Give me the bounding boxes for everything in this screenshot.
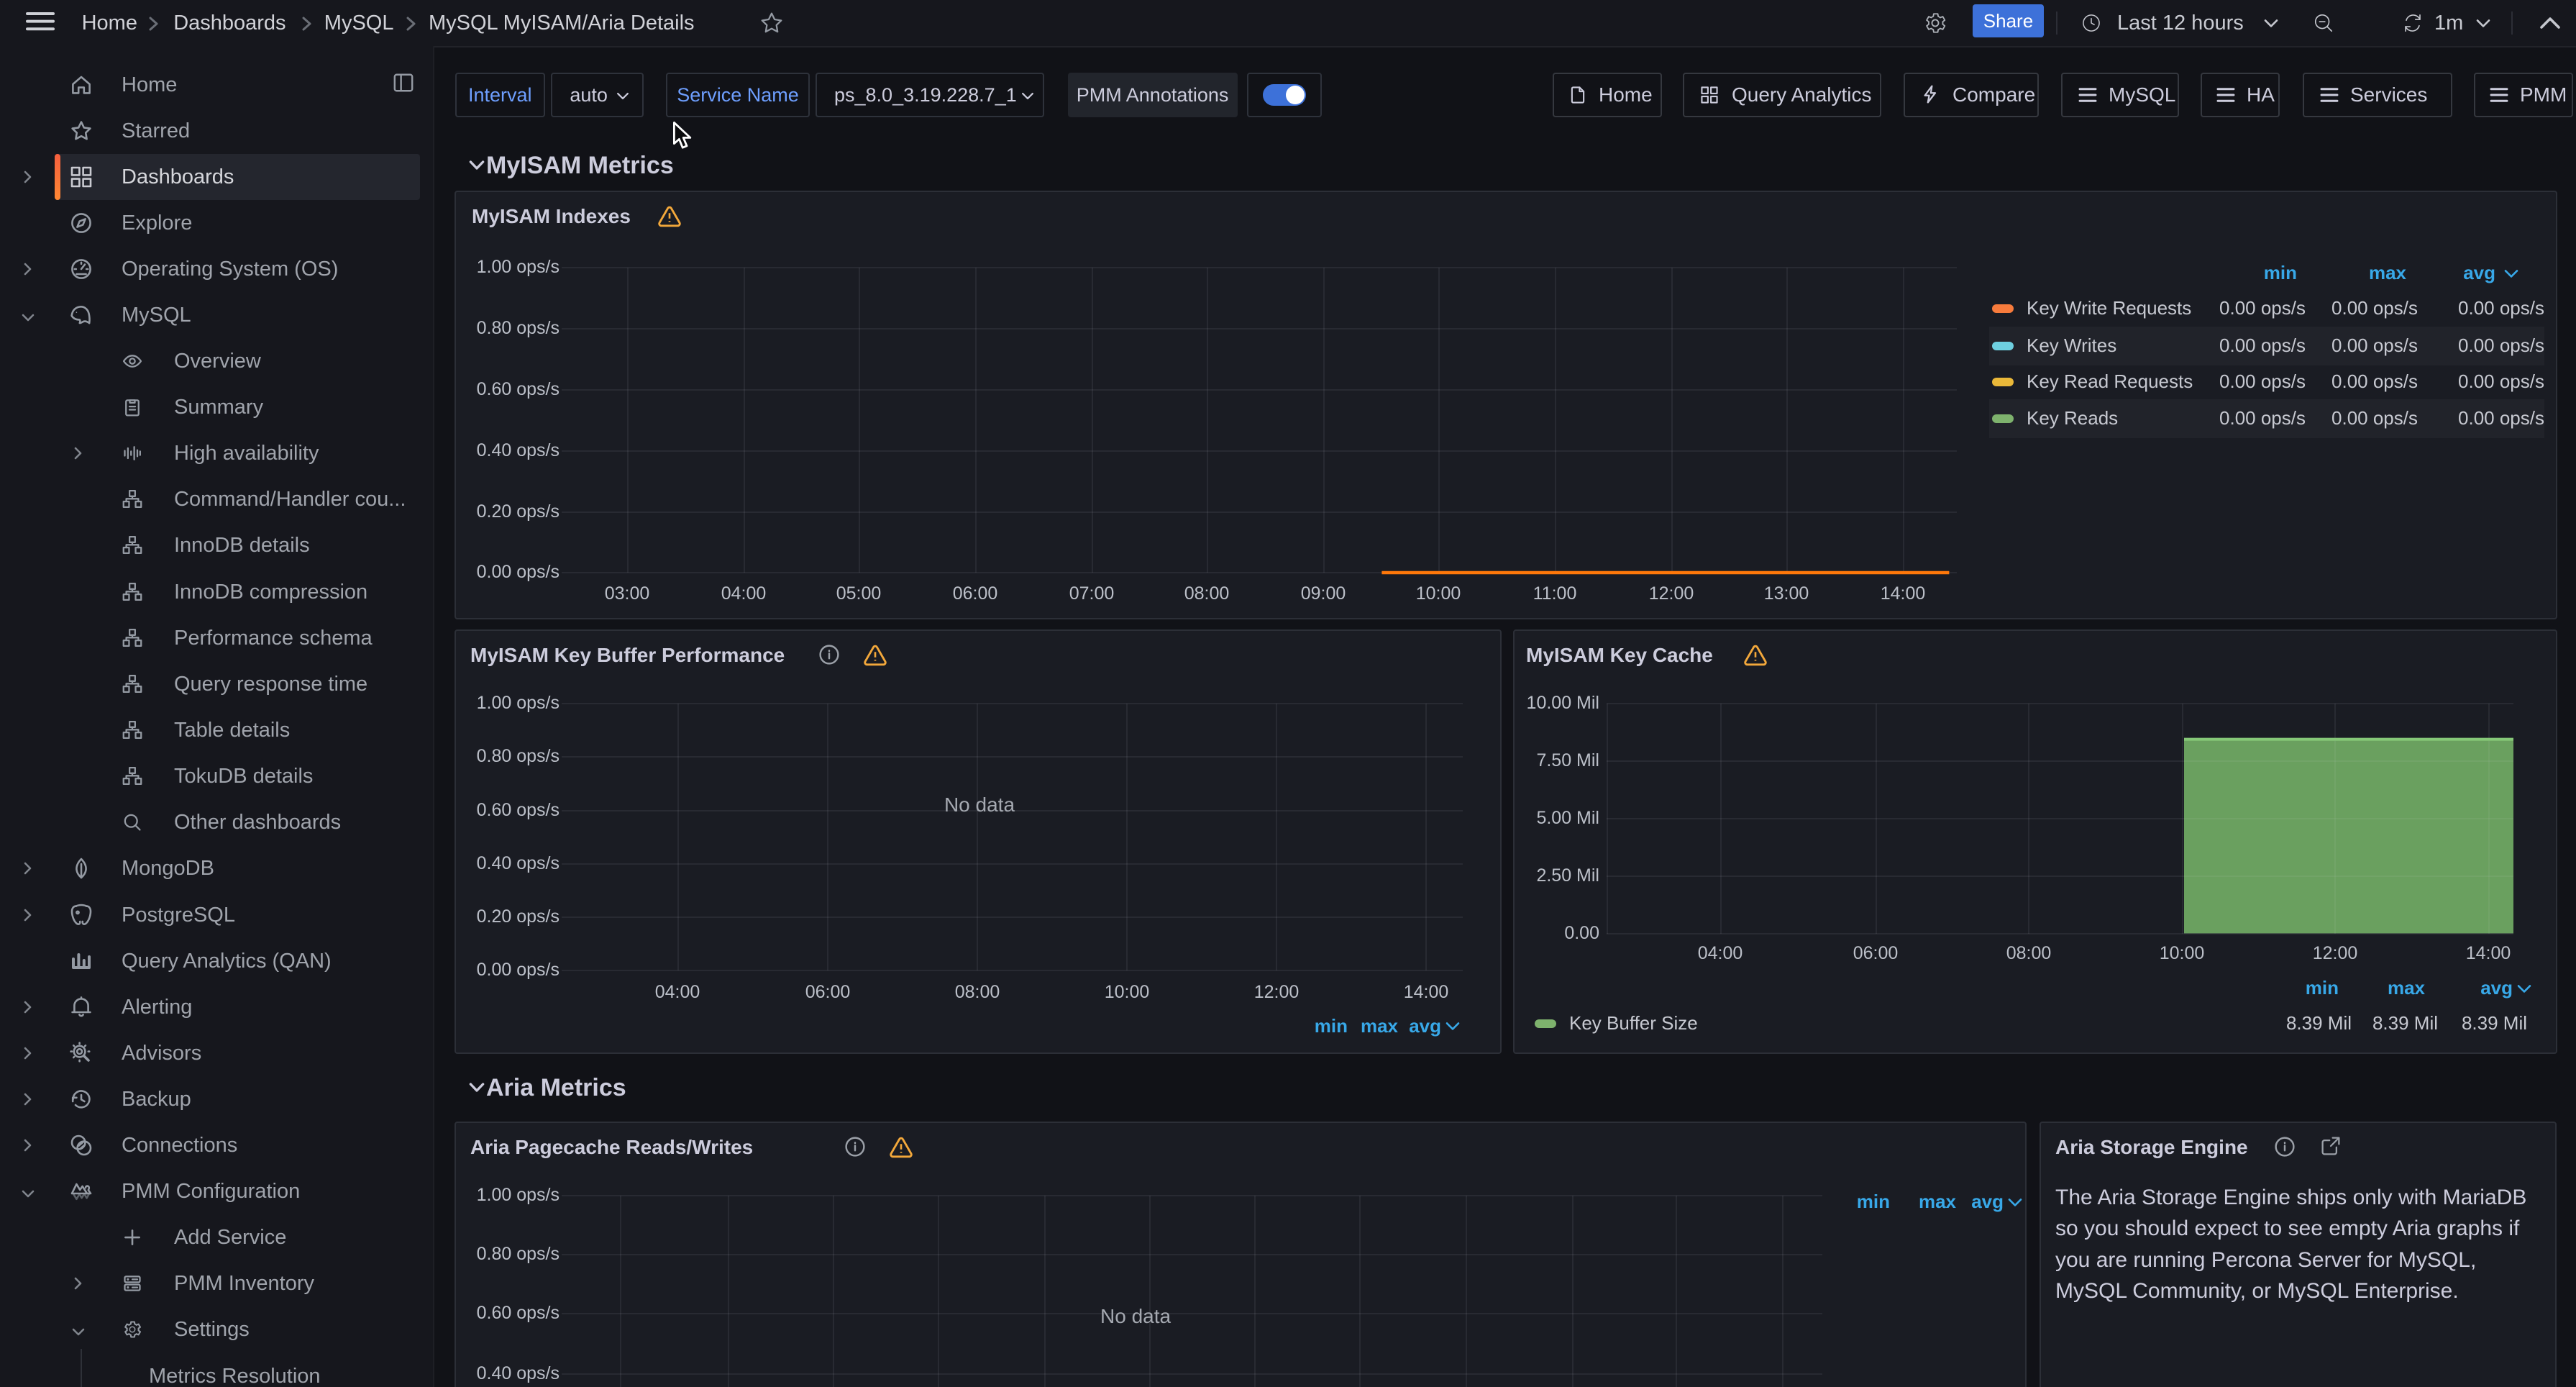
svg-text:1.00 ops/s: 1.00 ops/s bbox=[477, 693, 559, 713]
svg-text:1.00 ops/s: 1.00 ops/s bbox=[477, 257, 559, 277]
svg-text:2.50 Mil: 2.50 Mil bbox=[1536, 865, 1599, 886]
svg-text:08:00: 08:00 bbox=[2006, 943, 2052, 963]
svg-text:06:00: 06:00 bbox=[1853, 943, 1899, 963]
svg-text:04:00: 04:00 bbox=[1698, 943, 1743, 963]
svg-text:0.40 ops/s: 0.40 ops/s bbox=[477, 853, 559, 873]
svg-text:07:00: 07:00 bbox=[1069, 583, 1115, 604]
svg-text:0.80 ops/s: 0.80 ops/s bbox=[477, 1244, 559, 1264]
svg-text:14:00: 14:00 bbox=[1881, 583, 1926, 604]
svg-text:04:00: 04:00 bbox=[655, 982, 700, 1002]
svg-text:08:00: 08:00 bbox=[955, 982, 1000, 1002]
svg-text:05:00: 05:00 bbox=[836, 583, 882, 604]
svg-text:06:00: 06:00 bbox=[953, 583, 998, 604]
svg-text:12:00: 12:00 bbox=[1254, 982, 1300, 1002]
svg-text:04:00: 04:00 bbox=[721, 583, 767, 604]
svg-text:0.00 ops/s: 0.00 ops/s bbox=[477, 960, 559, 980]
svg-text:0.40 ops/s: 0.40 ops/s bbox=[477, 1363, 559, 1383]
svg-text:09:00: 09:00 bbox=[1301, 583, 1346, 604]
svg-text:0.00 ops/s: 0.00 ops/s bbox=[477, 562, 559, 582]
svg-text:0.00: 0.00 bbox=[1564, 923, 1599, 943]
svg-text:14:00: 14:00 bbox=[2466, 943, 2511, 963]
svg-text:14:00: 14:00 bbox=[1404, 982, 1449, 1002]
svg-text:13:00: 13:00 bbox=[1764, 583, 1809, 604]
svg-text:12:00: 12:00 bbox=[1649, 583, 1694, 604]
svg-text:0.40 ops/s: 0.40 ops/s bbox=[477, 440, 559, 460]
svg-text:03:00: 03:00 bbox=[605, 583, 650, 604]
svg-text:12:00: 12:00 bbox=[2313, 943, 2358, 963]
svg-text:08:00: 08:00 bbox=[1184, 583, 1230, 604]
svg-text:0.80 ops/s: 0.80 ops/s bbox=[477, 746, 559, 766]
svg-text:10:00: 10:00 bbox=[2160, 943, 2205, 963]
svg-text:10:00: 10:00 bbox=[1105, 982, 1150, 1002]
svg-text:0.20 ops/s: 0.20 ops/s bbox=[477, 501, 559, 522]
svg-text:7.50 Mil: 7.50 Mil bbox=[1536, 750, 1599, 770]
svg-text:0.80 ops/s: 0.80 ops/s bbox=[477, 318, 559, 338]
svg-text:0.20 ops/s: 0.20 ops/s bbox=[477, 906, 559, 927]
svg-text:10:00: 10:00 bbox=[1416, 583, 1461, 604]
svg-text:06:00: 06:00 bbox=[805, 982, 851, 1002]
svg-text:0.60 ops/s: 0.60 ops/s bbox=[477, 1303, 559, 1323]
svg-text:11:00: 11:00 bbox=[1533, 583, 1577, 604]
svg-text:10.00 Mil: 10.00 Mil bbox=[1527, 693, 1599, 713]
svg-text:5.00 Mil: 5.00 Mil bbox=[1536, 808, 1599, 828]
svg-text:0.60 ops/s: 0.60 ops/s bbox=[477, 379, 559, 399]
svg-text:1.00 ops/s: 1.00 ops/s bbox=[477, 1185, 559, 1205]
